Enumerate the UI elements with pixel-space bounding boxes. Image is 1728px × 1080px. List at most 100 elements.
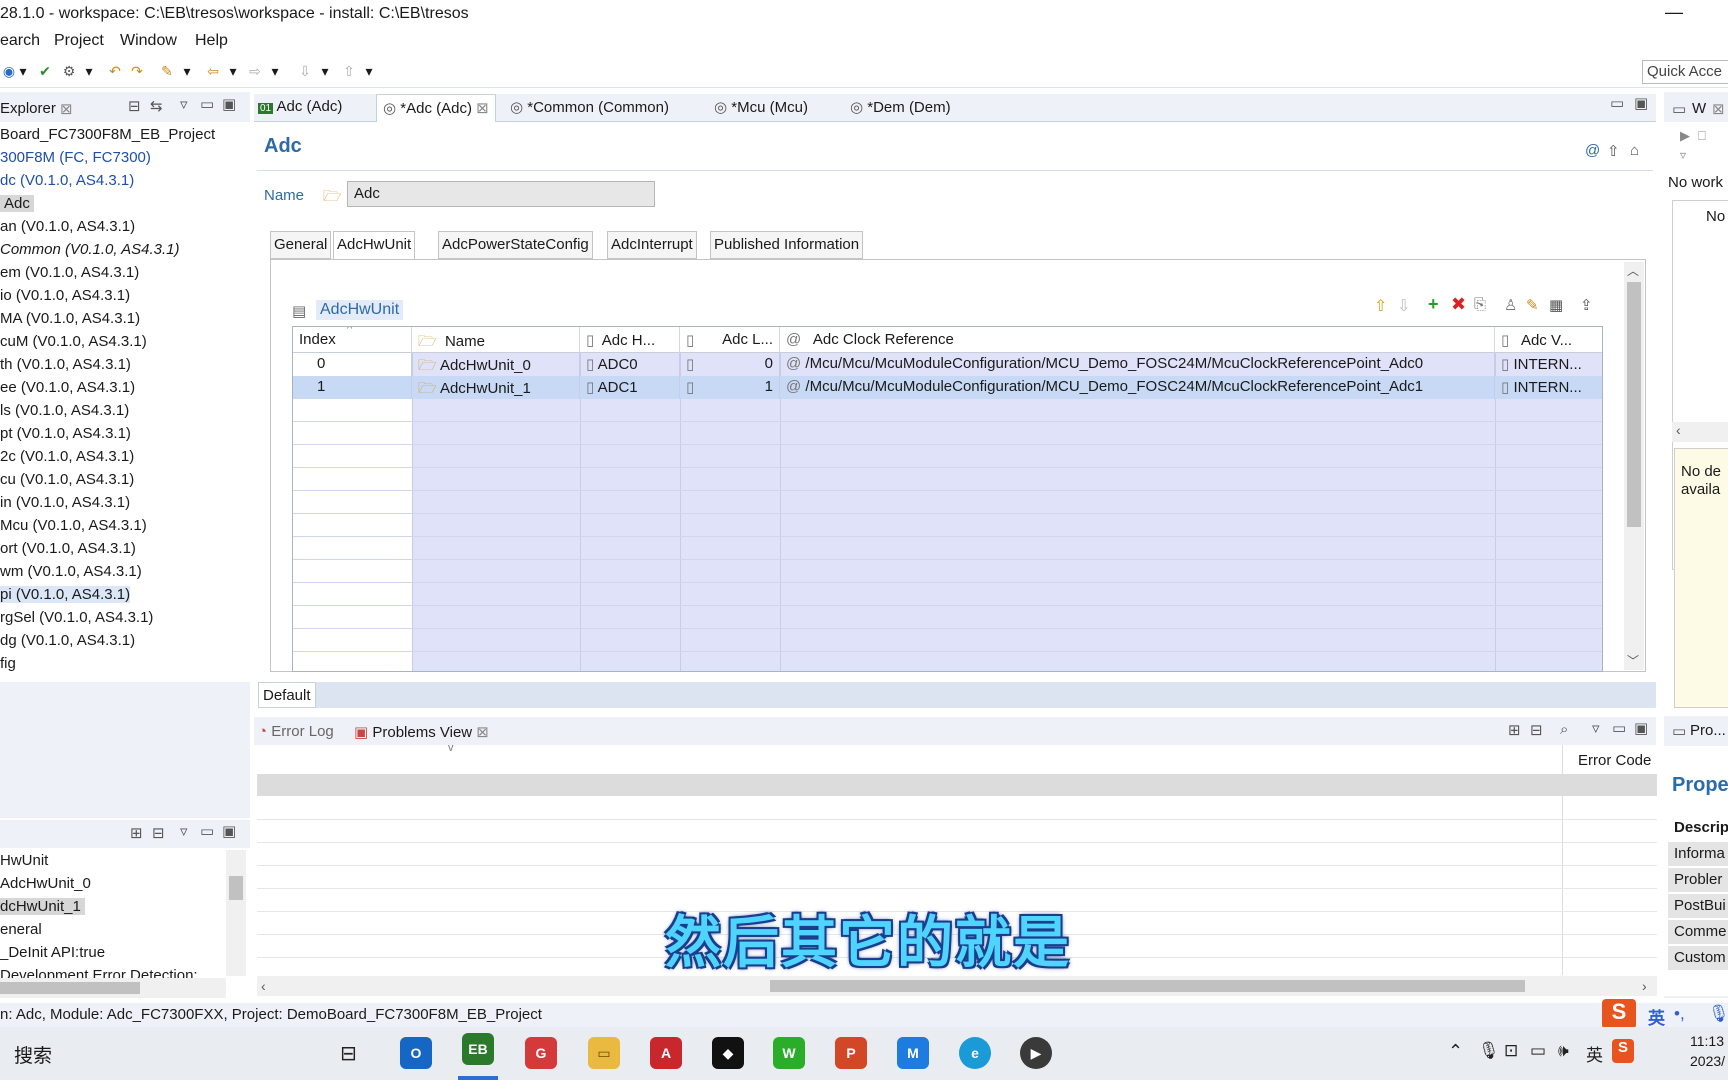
check-project-icon[interactable]: ✔ xyxy=(36,62,54,80)
outlook-icon[interactable]: O xyxy=(400,1037,432,1069)
explorer-item[interactable]: th (V0.1.0, AS4.3.1) xyxy=(0,356,131,373)
explorer-item[interactable]: Adc xyxy=(0,195,34,212)
tab-default[interactable]: Default xyxy=(258,682,316,708)
forward-icon[interactable]: ⇨ xyxy=(246,62,264,80)
add-icon[interactable]: + xyxy=(1428,294,1439,315)
scroll-left-icon[interactable]: ‹ xyxy=(1676,422,1681,438)
back-icon[interactable]: ⇦ xyxy=(204,62,222,80)
app-icon[interactable]: G xyxy=(525,1037,557,1069)
expand-all-icon[interactable]: ⊞ xyxy=(1508,721,1521,739)
user-icon[interactable]: ♙ xyxy=(1504,296,1517,314)
col-adc-v[interactable]: ▯ Adc V... xyxy=(1495,327,1602,353)
scroll-left-icon[interactable]: ‹ xyxy=(261,978,266,994)
tab-adchwunit[interactable]: AdcHwUnit xyxy=(333,231,416,259)
menu-window[interactable]: Window xyxy=(120,32,177,50)
minimize-icon[interactable]: ▭ xyxy=(1612,719,1626,737)
link-icon[interactable]: @ xyxy=(1585,142,1600,159)
close-icon[interactable]: ⊠ xyxy=(60,100,73,118)
close-icon[interactable]: ⊠ xyxy=(476,100,489,117)
quick-access-input[interactable]: Quick Acce xyxy=(1642,60,1728,84)
wand-icon[interactable]: ✎ xyxy=(158,62,176,80)
edge-icon[interactable]: e xyxy=(959,1037,991,1069)
explorer-item[interactable]: pi (V0.1.0, AS4.3.1) xyxy=(0,586,131,603)
eb-tresos-icon[interactable]: EB xyxy=(462,1033,494,1065)
powerpoint-icon[interactable]: P xyxy=(835,1037,867,1069)
table-row[interactable]: 0 🗁 AdcHwUnit_0 ▯ ADC0 ▯ 0 @ /Mcu/Mcu/Mcu… xyxy=(293,353,1602,376)
outline-item[interactable]: AdcHwUnit_0 xyxy=(0,875,91,892)
scroll-down-icon[interactable]: ﹀ xyxy=(1627,652,1639,669)
explorer-item[interactable]: ls (V0.1.0, AS4.3.1) xyxy=(0,402,129,419)
dropdown-arrow-icon[interactable]: ▾ xyxy=(14,62,32,80)
microphone-icon[interactable]: 🎙 xyxy=(1708,1004,1728,1024)
pdf-icon[interactable]: A xyxy=(650,1037,682,1069)
explorer-item[interactable]: em (V0.1.0, AS4.3.1) xyxy=(0,264,139,281)
outline-scrollbar[interactable] xyxy=(226,850,246,976)
dropdown-arrow-icon[interactable]: ▾ xyxy=(316,62,334,80)
explorer-item[interactable]: an (V0.1.0, AS4.3.1) xyxy=(0,218,135,235)
view-menu-icon[interactable]: ▿ xyxy=(180,95,188,113)
explorer-item[interactable]: Common (V0.1.0, AS4.3.1) xyxy=(0,241,180,258)
explorer-item[interactable]: io (V0.1.0, AS4.3.1) xyxy=(0,287,130,304)
dropdown-arrow-icon[interactable]: ▿ xyxy=(1680,148,1686,162)
sogou-ime-icon[interactable]: S xyxy=(1602,999,1636,1029)
menu-project[interactable]: Project xyxy=(54,32,104,50)
tab-adc[interactable]: ◎ *Adc (Adc) ⊠ xyxy=(376,94,496,122)
table-edit-icon[interactable]: ▦ xyxy=(1549,296,1563,314)
outline-item[interactable]: HwUnit xyxy=(0,852,48,869)
cell-v[interactable]: ▯ INTERN... xyxy=(1495,376,1602,399)
editor-vscroll-thumb[interactable] xyxy=(1627,282,1641,527)
punctuation-icon[interactable]: •, xyxy=(1674,1004,1685,1024)
error-code-header[interactable]: Error Code xyxy=(1578,752,1651,769)
properties-tab[interactable]: PostBui xyxy=(1668,894,1728,918)
explorer-item[interactable]: dg (V0.1.0, AS4.3.1) xyxy=(0,632,135,649)
collapse-all-icon[interactable]: ⊟ xyxy=(152,824,165,842)
outline-scroll-thumb[interactable] xyxy=(229,876,243,900)
properties-tab[interactable]: Comme xyxy=(1668,920,1728,944)
expand-all-icon[interactable]: ⊞ xyxy=(130,824,143,842)
explorer-item[interactable]: MA (V0.1.0, AS4.3.1) xyxy=(0,310,140,327)
explorer-item[interactable]: pt (V0.1.0, AS4.3.1) xyxy=(0,425,131,442)
book-icon[interactable]: ⎕ xyxy=(1698,128,1706,144)
link-editor-icon[interactable]: ⇆ xyxy=(150,97,163,115)
battery-icon[interactable]: ▭ xyxy=(1530,1041,1546,1061)
explorer-item[interactable]: 2c (V0.1.0, AS4.3.1) xyxy=(0,448,134,465)
collapse-all-icon[interactable]: ⊟ xyxy=(128,97,141,115)
play-icon[interactable]: ▶ xyxy=(1680,128,1690,144)
volume-icon[interactable]: 🕪 xyxy=(1558,1041,1569,1061)
sogou-ime-icon[interactable]: S xyxy=(1612,1039,1634,1063)
chevron-up-icon[interactable]: ⌃ xyxy=(1448,1041,1463,1062)
clock-date[interactable]: 2023/ xyxy=(1690,1053,1725,1069)
tab-dem[interactable]: ◎ *Dem (Dem) xyxy=(850,98,951,116)
view-menu-icon[interactable]: ▿ xyxy=(1592,719,1600,737)
next-annotation-icon[interactable]: ⇧ xyxy=(340,62,358,80)
explorer-item[interactable]: rgSel (V0.1.0, AS4.3.1) xyxy=(0,609,153,626)
outline-hscroll-thumb[interactable] xyxy=(0,982,140,994)
maximize-icon[interactable]: ▣ xyxy=(1634,719,1648,737)
properties-tab[interactable]: Informa xyxy=(1668,842,1728,866)
taskbar-search[interactable]: 搜索 xyxy=(14,1041,52,1068)
cell-clock[interactable]: @ /Mcu/Mcu/McuModuleConfiguration/MCU_De… xyxy=(780,353,1495,376)
scroll-right-icon[interactable]: › xyxy=(1642,978,1647,994)
name-field[interactable]: Adc xyxy=(347,181,655,207)
explorer-item[interactable]: Mcu (V0.1.0, AS4.3.1) xyxy=(0,517,147,534)
wechat-icon[interactable]: W xyxy=(773,1037,805,1069)
delete-icon[interactable]: ✖ xyxy=(1451,294,1466,315)
explorer-item[interactable]: ort (V0.1.0, AS4.3.1) xyxy=(0,540,136,557)
tab-common[interactable]: ◎ *Common (Common) xyxy=(510,98,669,116)
col-adc-hw[interactable]: ▯ Adc H... xyxy=(580,327,680,353)
collapse-all-icon[interactable]: ⊟ xyxy=(1530,721,1543,739)
app-icon[interactable]: M xyxy=(897,1037,929,1069)
problems-row-selected[interactable] xyxy=(257,774,1657,796)
dropdown-arrow-icon[interactable]: ▾ xyxy=(266,62,284,80)
up-icon[interactable]: ⇧ xyxy=(1607,142,1620,160)
maximize-icon[interactable]: ▣ xyxy=(1634,94,1648,112)
maximize-icon[interactable]: ▣ xyxy=(222,95,236,113)
dropdown-arrow-icon[interactable]: ▾ xyxy=(178,62,196,80)
scroll-up-icon[interactable]: ︿ xyxy=(1627,262,1639,279)
tab-adcpowerstateconfig[interactable]: AdcPowerStateConfig xyxy=(438,231,593,259)
file-explorer-icon[interactable]: ▭ xyxy=(588,1037,620,1069)
clock-time[interactable]: 11:13 xyxy=(1690,1033,1724,1049)
cell-v[interactable]: ▯ INTERN... xyxy=(1495,353,1602,376)
tab-properties[interactable]: Pro... xyxy=(1690,722,1726,739)
home-icon[interactable]: ⌂ xyxy=(1630,142,1639,159)
